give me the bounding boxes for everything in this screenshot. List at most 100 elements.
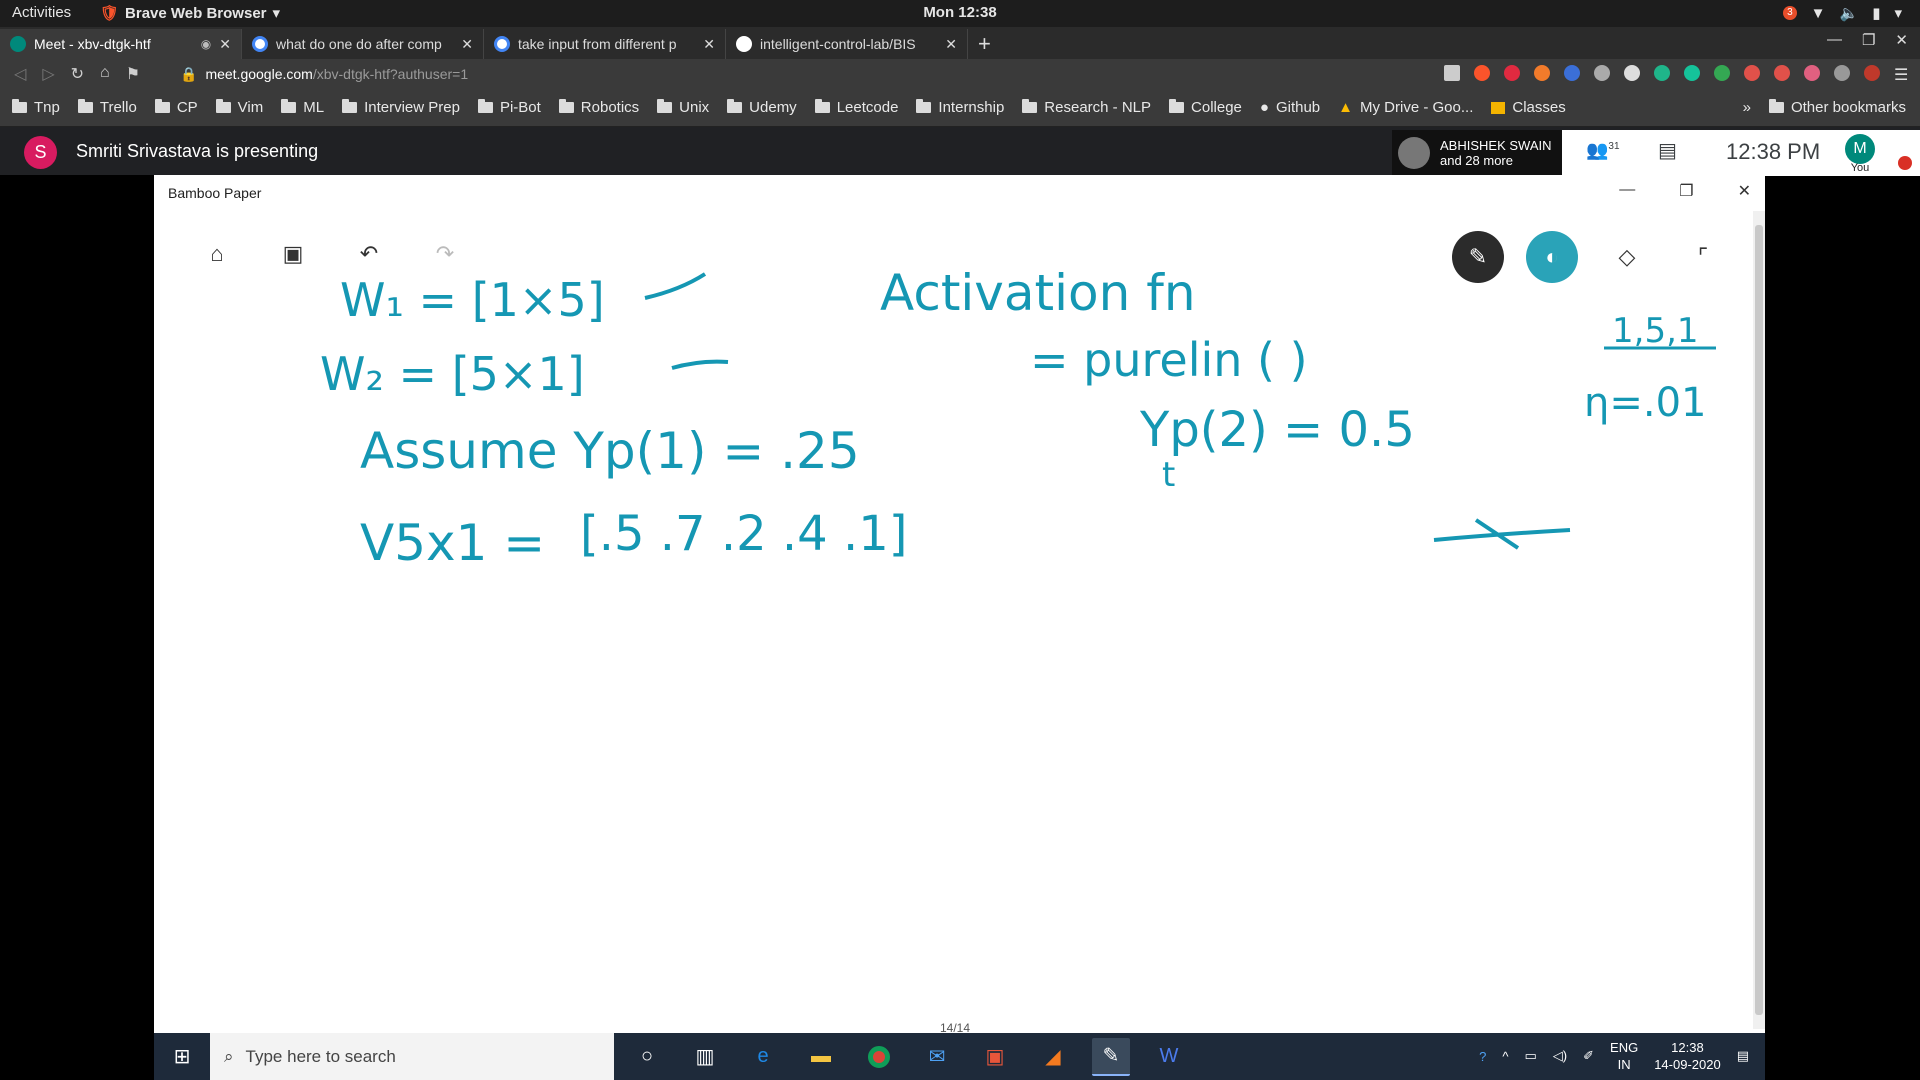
restore-icon[interactable]: ❐ <box>1862 31 1875 49</box>
battery-icon[interactable]: ▭ <box>1525 1048 1537 1064</box>
taskbar-clock[interactable]: 12:38 14-09-2020 <box>1654 1039 1721 1073</box>
google-favicon-icon <box>494 36 510 52</box>
bookmark-label: Leetcode <box>836 99 899 116</box>
extension-plus-icon[interactable] <box>1714 65 1730 81</box>
participant-tile[interactable]: ABHISHEK SWAIN and 28 more <box>1392 130 1562 176</box>
extension-shield-icon[interactable] <box>1774 65 1790 81</box>
system-clock[interactable]: Mon 12:38 <box>0 4 1920 21</box>
window-title: Bamboo Paper <box>168 185 262 201</box>
folder-icon <box>558 99 574 113</box>
close-tab-icon[interactable]: ✕ <box>703 36 715 53</box>
bookmark-folder[interactable]: Unix <box>657 99 709 116</box>
participant-name: ABHISHEK SWAIN <box>1440 138 1552 153</box>
word-icon[interactable]: W <box>1150 1038 1188 1076</box>
extension-video-icon[interactable] <box>1624 65 1640 81</box>
reload-icon[interactable]: ↻ <box>71 64 84 84</box>
tab-title: Meet - xbv-dtgk-htf <box>34 36 151 52</box>
extension-mask-icon[interactable] <box>1834 65 1850 81</box>
bookmark-folder[interactable]: ML <box>281 99 324 116</box>
office-icon[interactable]: ▣ <box>976 1038 1014 1076</box>
pen-workspace-icon[interactable]: ✐ <box>1583 1048 1594 1064</box>
bookmark-folder[interactable]: College <box>1169 99 1242 116</box>
tab-title: what do one do after comp <box>276 36 442 52</box>
notifications-icon[interactable]: ▤ <box>1737 1048 1749 1064</box>
home-icon[interactable]: ⌂ <box>100 64 110 84</box>
extension-pink-icon[interactable] <box>1804 65 1820 81</box>
notification-badge[interactable]: 3 <box>1783 6 1797 20</box>
bookmark-folder[interactable]: CP <box>154 99 198 116</box>
matlab-icon[interactable]: ◢ <box>1034 1038 1072 1076</box>
forward-icon[interactable]: ▷ <box>42 64 54 84</box>
bookmark-icon[interactable]: ⚑ <box>126 64 140 84</box>
self-view[interactable]: M You <box>1840 134 1880 174</box>
brave-shields-icon[interactable] <box>1474 65 1490 81</box>
bookmark-link[interactable]: ● Github <box>1260 99 1320 116</box>
tab-search-2[interactable]: take input from different p ✕ <box>484 29 726 59</box>
presenter-avatar: S <box>24 136 57 169</box>
menu-icon[interactable]: ☰ <box>1894 65 1910 84</box>
bookmark-folder[interactable]: Pi-Bot <box>477 99 541 116</box>
cortana-icon[interactable]: ○ <box>628 1038 666 1076</box>
extension-blue-icon[interactable] <box>1564 65 1580 81</box>
system-tray[interactable]: 3 ▼ 🔈 ▮ ▾ <box>1783 4 1902 22</box>
bookmark-folder[interactable]: Vim <box>215 99 263 116</box>
other-bookmarks[interactable]: Other bookmarks <box>1768 99 1906 116</box>
bookmark-link[interactable]: Classes <box>1491 99 1566 116</box>
extension-green-icon[interactable] <box>1684 65 1700 81</box>
extension-red-icon[interactable] <box>1744 65 1760 81</box>
task-view-icon[interactable]: ▥ <box>686 1038 724 1076</box>
bookmark-folder[interactable]: Tnp <box>12 99 60 116</box>
back-icon[interactable]: ◁ <box>14 64 26 84</box>
ink-w2: W₂ = [5×1] <box>320 347 585 401</box>
tab-github[interactable]: intelligent-control-lab/BIS ✕ <box>726 29 968 59</box>
bookmark-folder[interactable]: Internship <box>916 99 1004 116</box>
close-icon[interactable]: ✕ <box>1738 181 1751 201</box>
language-indicator[interactable]: ENG IN <box>1610 1039 1638 1073</box>
grammarly-icon[interactable] <box>1654 65 1670 81</box>
brave-rewards-icon[interactable] <box>1504 65 1520 81</box>
new-tab-button[interactable]: + <box>968 29 1001 59</box>
ink-scribble <box>1433 518 1571 550</box>
close-icon[interactable]: ✕ <box>1895 31 1908 49</box>
bookmark-folder[interactable]: Udemy <box>727 99 797 116</box>
bamboo-paper-taskbar-icon[interactable]: ✎ <box>1092 1037 1130 1076</box>
chevron-up-icon[interactable]: ^ <box>1502 1049 1508 1064</box>
volume-icon[interactable]: ◁) <box>1553 1048 1567 1064</box>
chat-icon[interactable]: ▤ <box>1658 138 1677 163</box>
ink-eta: η=.01 <box>1584 380 1706 426</box>
bookmarks-overflow-button[interactable]: » <box>1743 99 1751 116</box>
address-bar[interactable]: 🔒 meet.google.com/xbv-dtgk-htf?authuser=… <box>180 66 468 83</box>
extension-grey-icon[interactable] <box>1594 65 1610 81</box>
browser-toolbar: ◁ ▷ ↻ ⌂ ⚑ 🔒 meet.google.com/xbv-dtgk-htf… <box>0 59 1920 89</box>
minimize-icon[interactable]: — <box>1827 31 1842 49</box>
bookmark-folder[interactable]: Trello <box>77 99 137 116</box>
tab-search-1[interactable]: what do one do after comp ✕ <box>242 29 484 59</box>
bookmark-link[interactable]: ▲ My Drive - Goo... <box>1338 99 1473 116</box>
taskbar-search[interactable]: ⌕ Type here to search <box>210 1033 614 1080</box>
minimize-icon[interactable]: — <box>1619 181 1635 201</box>
people-button[interactable]: 👥31 <box>1586 140 1620 161</box>
tab-title: intelligent-control-lab/BIS <box>760 36 916 52</box>
close-tab-icon[interactable]: ✕ <box>461 36 473 53</box>
bookmark-label: Internship <box>938 99 1005 116</box>
bookmark-folder[interactable]: Research - NLP <box>1022 99 1151 116</box>
extension-orange-icon[interactable] <box>1534 65 1550 81</box>
bookmark-folder[interactable]: Robotics <box>558 99 639 116</box>
close-tab-icon[interactable]: ✕ <box>219 36 231 53</box>
help-icon[interactable]: ? <box>1479 1049 1486 1064</box>
camera-icon[interactable] <box>1444 65 1460 81</box>
edge-icon[interactable]: e <box>744 1038 782 1076</box>
bookmark-label: Pi-Bot <box>499 99 541 116</box>
ink-transpose: t <box>1162 455 1175 495</box>
windows-start-icon[interactable]: ⊞ <box>154 1033 210 1080</box>
bookmark-folder[interactable]: Leetcode <box>814 99 899 116</box>
close-tab-icon[interactable]: ✕ <box>945 36 957 53</box>
bookmark-folder[interactable]: Interview Prep <box>342 99 460 116</box>
home-icon[interactable]: ⌂ <box>204 241 230 267</box>
extension-stop-icon[interactable] <box>1864 65 1880 81</box>
mail-icon[interactable]: ✉ <box>918 1038 956 1076</box>
restore-icon[interactable]: ❐ <box>1679 181 1693 201</box>
file-explorer-icon[interactable]: ▬ <box>802 1038 840 1076</box>
chrome-icon[interactable] <box>860 1038 898 1076</box>
tab-meet[interactable]: Meet - xbv-dtgk-htf ◉ ✕ <box>0 29 242 59</box>
